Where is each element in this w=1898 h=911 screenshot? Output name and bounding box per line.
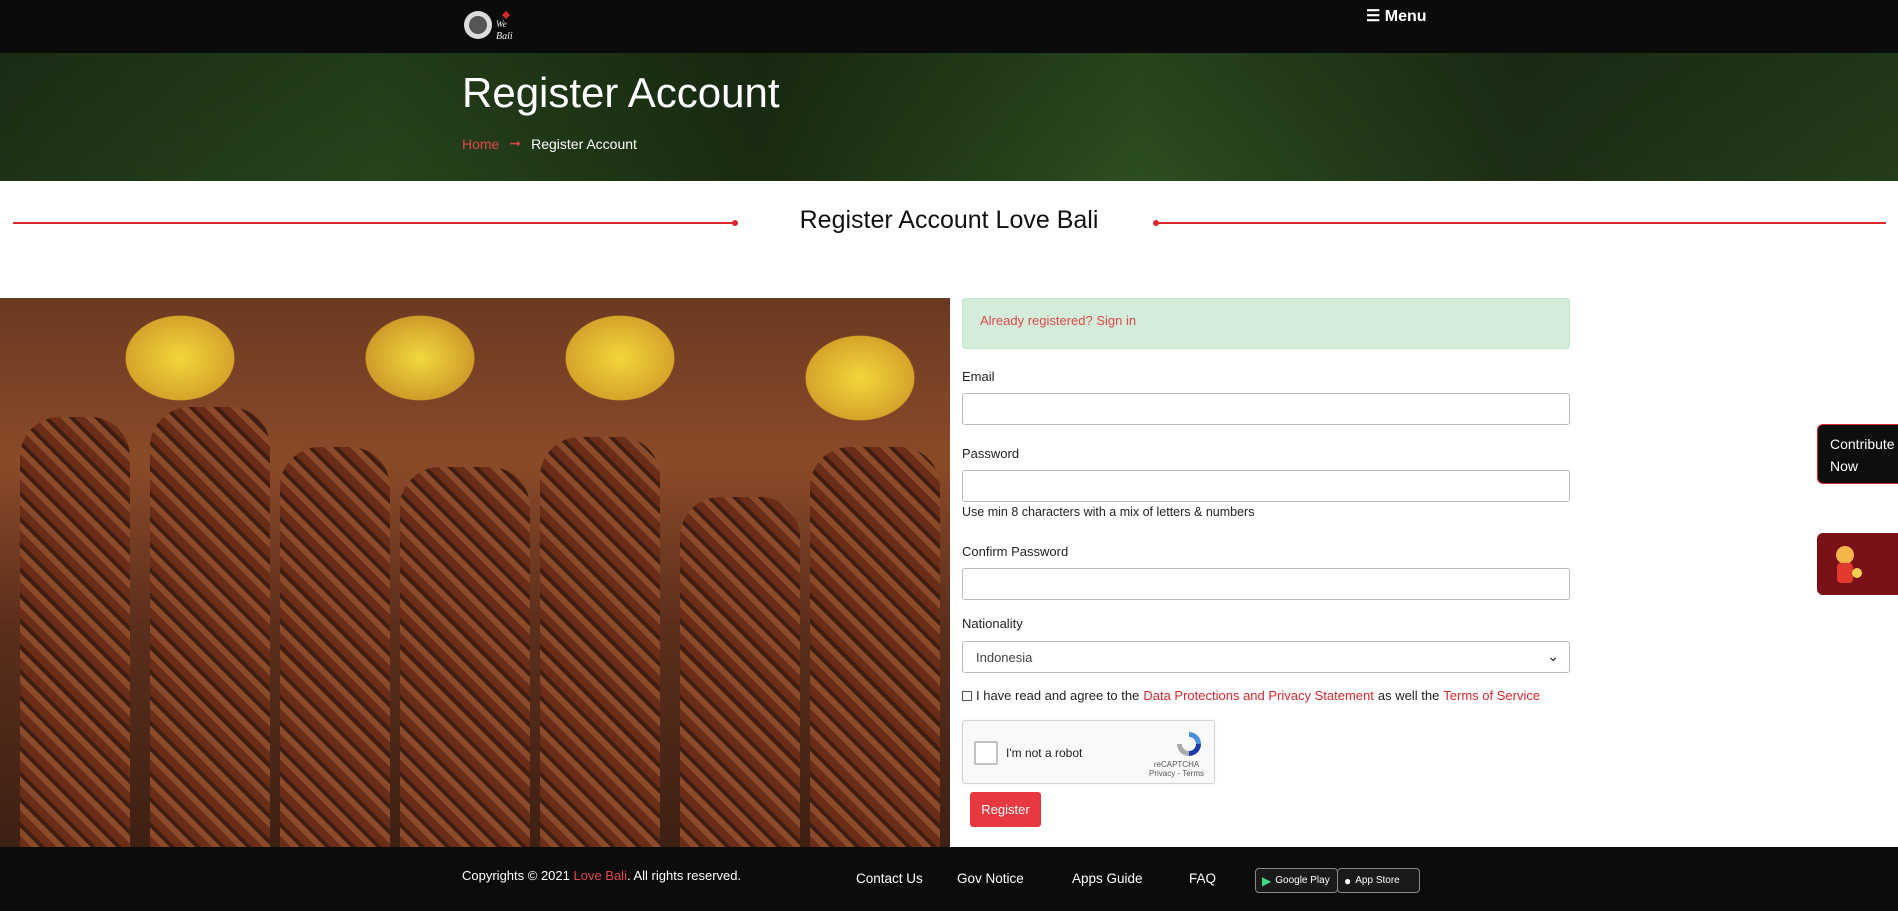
nationality-label: Nationality — [962, 616, 1023, 631]
agree-checkbox[interactable] — [962, 690, 972, 701]
arrow-right-icon: ➞ — [509, 135, 522, 151]
terms-of-service-link[interactable]: Terms of Service — [1443, 688, 1540, 703]
play-store-icon: ▶ — [1262, 873, 1272, 888]
breadcrumb-current: Register Account — [531, 135, 637, 152]
google-play-badge[interactable]: ▶ Google Play — [1255, 868, 1338, 893]
page-title: Register Account — [462, 69, 780, 116]
signin-link[interactable]: Already registered? Sign in — [980, 313, 1136, 328]
recaptcha-brand: reCAPTCHA Privacy - Terms — [1149, 760, 1204, 778]
recaptcha-label: I'm not a robot — [1006, 746, 1083, 760]
register-button[interactable]: Register — [970, 792, 1041, 827]
password-hint: Use min 8 characters with a mix of lette… — [962, 505, 1255, 519]
footer: Copyrights © 2021 Love Bali. All rights … — [0, 847, 1898, 911]
chevron-down-icon: ⌄ — [1547, 648, 1559, 664]
svg-text:We: We — [496, 19, 507, 29]
password-field[interactable] — [962, 470, 1570, 502]
breadcrumb-home-link[interactable]: Home — [462, 136, 499, 152]
recaptcha-icon — [1177, 732, 1201, 756]
hero-banner: Register Account Home ➞ Register Account — [0, 53, 1898, 181]
section-title: Register Account Love Bali — [799, 206, 1099, 234]
recaptcha-widget: I'm not a robot reCAPTCHA Privacy - Term… — [962, 720, 1215, 784]
signin-alert: Already registered? Sign in — [962, 298, 1570, 349]
nationality-value: Indonesia — [976, 650, 1033, 665]
breadcrumb: Home ➞ Register Account — [462, 135, 637, 152]
recaptcha-checkbox[interactable] — [974, 741, 998, 765]
email-label: Email — [962, 369, 995, 384]
footer-link-apps-guide[interactable]: Apps Guide — [1072, 871, 1143, 886]
nationality-select[interactable]: Indonesia ⌄ — [962, 641, 1570, 673]
balinese-dancers-photo — [0, 298, 950, 847]
mascot-icon — [1836, 546, 1862, 583]
footer-link-gov-notice[interactable]: Gov Notice — [957, 871, 1024, 886]
mascot-chat-button[interactable] — [1817, 533, 1898, 595]
love-bali-logo[interactable]: We Bali — [462, 5, 530, 45]
email-field[interactable] — [962, 393, 1570, 425]
privacy-statement-link[interactable]: Data Protections and Privacy Statement — [1143, 688, 1374, 703]
menu-button[interactable]: ☰ Menu — [1366, 6, 1427, 26]
confirm-password-field[interactable] — [962, 568, 1570, 600]
contribute-now-button[interactable]: Contribute Now — [1817, 424, 1898, 484]
agree-middle: as well the — [1377, 688, 1440, 703]
svg-text:Bali: Bali — [496, 31, 513, 42]
apple-icon: ● — [1344, 873, 1352, 888]
divider-right — [1156, 222, 1886, 224]
confirm-password-label: Confirm Password — [962, 544, 1069, 559]
password-label: Password — [962, 446, 1020, 461]
copyright: Copyrights © 2021 Love Bali. All rights … — [462, 868, 742, 883]
app-store-badge[interactable]: ● App Store — [1337, 868, 1420, 893]
footer-link-contact-us[interactable]: Contact Us — [856, 871, 923, 886]
agree-prefix: I have read and agree to the — [976, 688, 1140, 703]
footer-link-faq[interactable]: FAQ — [1189, 871, 1216, 886]
top-navbar: We Bali ☰ Menu — [0, 0, 1898, 53]
agree-row: I have read and agree to the Data Protec… — [962, 688, 1540, 703]
brand-link[interactable]: Love Bali — [573, 868, 626, 883]
